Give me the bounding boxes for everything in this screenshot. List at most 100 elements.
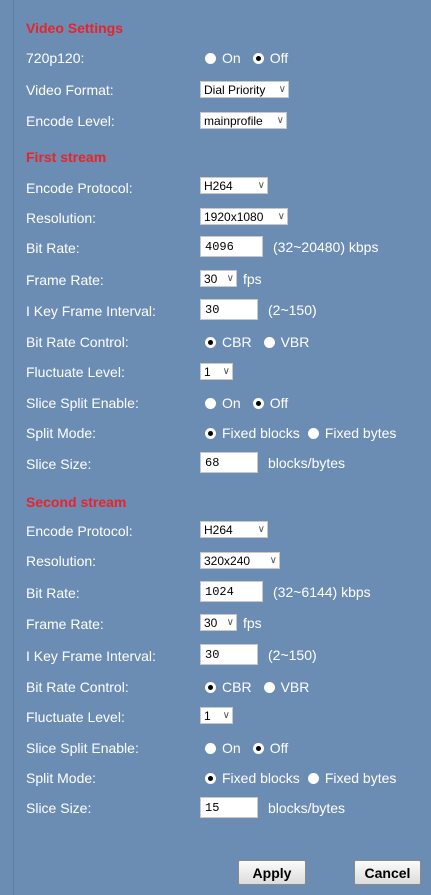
encode-level-wrap: mainprofile ∨ — [200, 112, 287, 129]
p720p120-on-label[interactable]: On — [222, 50, 241, 66]
ss-frame-rate-label: Frame Rate: — [26, 616, 104, 632]
first-stream-title: First stream — [26, 149, 107, 165]
ss-slice-off-radio[interactable] — [252, 742, 264, 754]
fs-key-frame-range: (2~150) — [268, 301, 317, 318]
fs-split-mode-label: Split Mode: — [26, 425, 97, 441]
encode-level-select[interactable]: mainprofile ∨ — [200, 112, 287, 129]
ss-slice-size-wrap: 15 blocks/bytes — [200, 797, 345, 818]
fs-fixed-blocks-label[interactable]: Fixed blocks — [222, 425, 300, 441]
cancel-button[interactable]: Cancel — [354, 860, 421, 885]
fs-bit-rate-control-group: CBR VBR — [205, 334, 321, 350]
ss-slice-on-label[interactable]: On — [222, 740, 241, 756]
ss-bit-rate-wrap: 1024 (32~6144) kbps — [200, 581, 371, 602]
ss-slice-size-label: Slice Size: — [26, 800, 92, 816]
encode-level-value: mainprofile — [204, 113, 263, 128]
encode-level-label: Encode Level: — [26, 113, 115, 129]
ss-bit-rate-input[interactable]: 1024 — [200, 581, 263, 602]
fs-encode-protocol-select[interactable]: H264 ∨ — [200, 177, 268, 194]
ss-resolution-select[interactable]: 320x240 ∨ — [200, 552, 280, 569]
fs-split-mode-group: Fixed blocks Fixed bytes — [205, 425, 396, 441]
ss-bit-rate-range: (32~6144) kbps — [273, 583, 371, 600]
fs-fixed-blocks-radio[interactable] — [205, 427, 216, 439]
fs-fixed-bytes-label[interactable]: Fixed bytes — [325, 425, 397, 441]
chevron-down-icon: ∨ — [222, 366, 230, 377]
fs-fluctuate-label: Fluctuate Level: — [26, 364, 125, 380]
ss-fluctuate-wrap: 1 ∨ — [200, 707, 233, 724]
ss-cbr-radio[interactable] — [205, 681, 216, 693]
fs-frame-rate-unit: fps — [243, 270, 262, 287]
ss-encode-protocol-wrap: H264 ∨ — [200, 521, 268, 538]
ss-bit-rate-label: Bit Rate: — [26, 585, 80, 601]
ss-slice-size-unit: blocks/bytes — [268, 799, 346, 816]
fs-fixed-bytes-radio[interactable] — [307, 427, 319, 439]
fs-key-frame-input[interactable]: 30 — [200, 299, 258, 320]
fs-slice-split-group: On Off — [205, 395, 300, 411]
ss-fixed-blocks-radio[interactable] — [205, 772, 216, 784]
chevron-down-icon: ∨ — [276, 115, 284, 126]
p720p120-off-radio[interactable] — [252, 52, 264, 64]
fs-bit-rate-range: (32~20480) kbps — [273, 238, 379, 255]
ss-slice-on-radio[interactable] — [205, 742, 216, 754]
chevron-down-icon: ∨ — [278, 84, 286, 95]
chevron-down-icon: ∨ — [257, 180, 265, 191]
fs-resolution-wrap: 1920x1080 ∨ — [200, 208, 288, 225]
fs-bit-rate-control-label: Bit Rate Control: — [26, 334, 129, 350]
fs-bit-rate-input[interactable]: 4096 — [200, 236, 263, 257]
video-format-select[interactable]: Dial Priority ∨ — [200, 81, 289, 98]
fs-vbr-radio[interactable] — [263, 336, 275, 348]
video-format-wrap: Dial Priority ∨ — [200, 81, 289, 98]
fs-frame-rate-value: 30 — [204, 271, 218, 286]
ss-split-mode-label: Split Mode: — [26, 770, 97, 786]
apply-button[interactable]: Apply — [238, 860, 306, 885]
ss-frame-rate-wrap: 30 ∨ fps — [200, 614, 262, 631]
fs-resolution-value: 1920x1080 — [204, 209, 264, 224]
p720p120-off-label[interactable]: Off — [270, 50, 288, 66]
ss-vbr-label[interactable]: VBR — [281, 679, 310, 695]
fs-key-frame-wrap: 30 (2~150) — [200, 299, 317, 320]
chevron-down-icon: ∨ — [277, 211, 285, 222]
ss-key-frame-input[interactable]: 30 — [200, 644, 258, 665]
fs-encode-protocol-label: Encode Protocol: — [26, 180, 133, 196]
ss-frame-rate-select[interactable]: 30 ∨ — [200, 614, 237, 631]
ss-fluctuate-select[interactable]: 1 ∨ — [200, 707, 233, 724]
fs-encode-protocol-wrap: H264 ∨ — [200, 177, 268, 194]
fs-resolution-select[interactable]: 1920x1080 ∨ — [200, 208, 288, 225]
fs-slice-on-radio[interactable] — [205, 397, 216, 409]
chevron-down-icon: ∨ — [226, 617, 234, 628]
fs-slice-off-radio[interactable] — [252, 397, 264, 409]
ss-encode-protocol-label: Encode Protocol: — [26, 523, 133, 539]
ss-slice-split-label: Slice Split Enable: — [26, 740, 139, 756]
chevron-down-icon: ∨ — [257, 524, 265, 535]
fs-slice-size-input[interactable]: 68 — [200, 452, 258, 473]
fs-slice-off-label[interactable]: Off — [270, 395, 288, 411]
ss-frame-rate-value: 30 — [204, 615, 218, 630]
fs-fluctuate-wrap: 1 ∨ — [200, 363, 233, 380]
fs-vbr-label[interactable]: VBR — [281, 334, 310, 350]
ss-fixed-bytes-label[interactable]: Fixed bytes — [325, 770, 397, 786]
video-format-value: Dial Priority — [204, 82, 266, 97]
fs-cbr-label[interactable]: CBR — [222, 334, 252, 350]
fs-frame-rate-wrap: 30 ∨ fps — [200, 270, 262, 287]
fs-slice-size-label: Slice Size: — [26, 456, 92, 472]
fs-resolution-label: Resolution: — [26, 210, 97, 226]
fs-frame-rate-select[interactable]: 30 ∨ — [200, 270, 237, 287]
fs-cbr-radio[interactable] — [205, 336, 216, 348]
fs-slice-on-label[interactable]: On — [222, 395, 241, 411]
fs-frame-rate-label: Frame Rate: — [26, 272, 104, 288]
ss-cbr-label[interactable]: CBR — [222, 679, 252, 695]
ss-vbr-radio[interactable] — [263, 681, 275, 693]
ss-fluctuate-value: 1 — [204, 708, 211, 723]
video-format-label: Video Format: — [26, 82, 114, 98]
ss-fixed-bytes-radio[interactable] — [307, 772, 319, 784]
chevron-down-icon: ∨ — [226, 273, 234, 284]
p720p120-on-radio[interactable] — [205, 52, 216, 64]
ss-encode-protocol-select[interactable]: H264 ∨ — [200, 521, 268, 538]
ss-bit-rate-control-label: Bit Rate Control: — [26, 679, 129, 695]
second-stream-title: Second stream — [26, 494, 127, 510]
settings-panel — [13, 0, 431, 895]
ss-slice-off-label[interactable]: Off — [270, 740, 288, 756]
ss-slice-size-input[interactable]: 15 — [200, 797, 258, 818]
fs-fluctuate-select[interactable]: 1 ∨ — [200, 363, 233, 380]
p720p120-radio-group: On Off — [205, 50, 300, 66]
ss-fixed-blocks-label[interactable]: Fixed blocks — [222, 770, 300, 786]
